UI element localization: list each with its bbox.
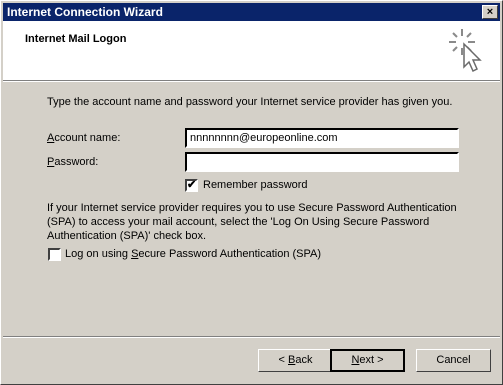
account-name-label: Account name: xyxy=(47,132,121,144)
remember-password-label[interactable]: Remember password xyxy=(203,179,308,191)
header-divider xyxy=(3,80,500,82)
account-name-input[interactable] xyxy=(185,128,459,148)
close-button[interactable]: × xyxy=(482,5,498,19)
wizard-sparkle-cursor-icon xyxy=(449,29,482,73)
password-label: Password: xyxy=(47,156,99,168)
password-input[interactable] xyxy=(185,152,459,172)
next-button[interactable]: Next > xyxy=(330,349,405,372)
window-title: Internet Connection Wizard xyxy=(7,5,163,19)
page-title: Internet Mail Logon xyxy=(25,33,127,45)
back-button[interactable]: < Back xyxy=(258,349,333,372)
wizard-header: Internet Mail Logon xyxy=(3,21,500,80)
title-bar[interactable]: Internet Connection Wizard × xyxy=(3,3,500,21)
intro-text: Type the account name and password your … xyxy=(47,96,453,108)
cancel-button[interactable]: Cancel xyxy=(416,349,491,372)
wizard-window: Internet Connection Wizard × Internet Ma… xyxy=(0,0,503,385)
remember-password-checkbox[interactable]: ✔ xyxy=(185,179,198,192)
footer-divider xyxy=(3,336,500,338)
spa-checkbox[interactable] xyxy=(48,248,61,261)
spa-checkbox-label[interactable]: Log on using Secure Password Authenticat… xyxy=(65,248,321,260)
spa-info-text: If your Internet service provider requir… xyxy=(47,202,457,242)
